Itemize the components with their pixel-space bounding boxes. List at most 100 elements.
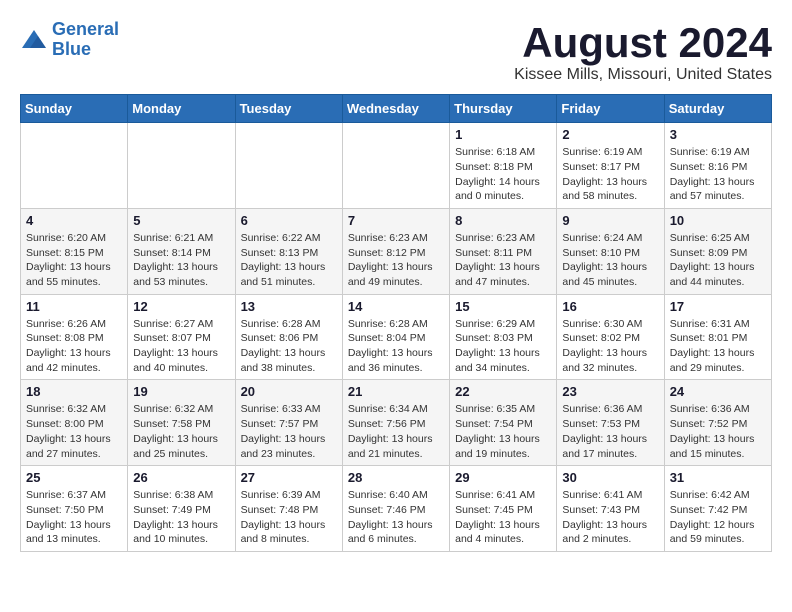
calendar-cell: 15 Sunrise: 6:29 AM Sunset: 8:03 PM Dayli… (450, 294, 557, 380)
day-number: 23 (562, 384, 658, 399)
day-number: 10 (670, 213, 766, 228)
day-info: Sunrise: 6:39 AM Sunset: 7:48 PM Dayligh… (241, 488, 337, 547)
day-info: Sunrise: 6:41 AM Sunset: 7:45 PM Dayligh… (455, 488, 551, 547)
day-number: 18 (26, 384, 122, 399)
calendar-cell: 10Sunrise: 6:25 AM Sunset: 8:09 PM Dayli… (664, 208, 771, 294)
day-number: 1 (455, 127, 551, 142)
calendar-cell: 9 Sunrise: 6:24 AM Sunset: 8:10 PM Daylig… (557, 208, 664, 294)
day-info: Sunrise: 6:24 AM Sunset: 8:10 PM Dayligh… (562, 231, 658, 290)
week-row-1: 1 Sunrise: 6:18 AM Sunset: 8:18 PM Daylig… (21, 123, 772, 209)
calendar-cell: 12 Sunrise: 6:27 AM Sunset: 8:07 PM Dayli… (128, 294, 235, 380)
day-number: 2 (562, 127, 658, 142)
calendar-cell: 27 Sunrise: 6:39 AM Sunset: 7:48 PM Dayli… (235, 466, 342, 552)
calendar-cell: 25 Sunrise: 6:37 AM Sunset: 7:50 PM Dayli… (21, 466, 128, 552)
day-info: Sunrise: 6:21 AM Sunset: 8:14 PM Dayligh… (133, 231, 229, 290)
day-info: Sunrise: 6:19 AM Sunset: 8:17 PM Dayligh… (562, 145, 658, 204)
day-info: Sunrise: 6:23 AM Sunset: 8:11 PM Dayligh… (455, 231, 551, 290)
day-info: Sunrise: 6:34 AM Sunset: 7:56 PM Dayligh… (348, 402, 444, 461)
day-number: 26 (133, 470, 229, 485)
calendar-cell: 11Sunrise: 6:26 AM Sunset: 8:08 PM Dayli… (21, 294, 128, 380)
day-number: 6 (241, 213, 337, 228)
day-number: 17 (670, 299, 766, 314)
calendar-cell: 30 Sunrise: 6:41 AM Sunset: 7:43 PM Dayli… (557, 466, 664, 552)
day-number: 24 (670, 384, 766, 399)
day-info: Sunrise: 6:40 AM Sunset: 7:46 PM Dayligh… (348, 488, 444, 547)
day-number: 12 (133, 299, 229, 314)
calendar-cell: 7Sunrise: 6:23 AM Sunset: 8:12 PM Daylig… (342, 208, 449, 294)
calendar-cell (342, 123, 449, 209)
logo: General Blue (20, 20, 119, 60)
calendar-cell: 20Sunrise: 6:33 AM Sunset: 7:57 PM Dayli… (235, 380, 342, 466)
day-number: 28 (348, 470, 444, 485)
calendar-cell (235, 123, 342, 209)
calendar-cell (128, 123, 235, 209)
calendar-cell: 16Sunrise: 6:30 AM Sunset: 8:02 PM Dayli… (557, 294, 664, 380)
day-info: Sunrise: 6:28 AM Sunset: 8:06 PM Dayligh… (241, 317, 337, 376)
day-info: Sunrise: 6:42 AM Sunset: 7:42 PM Dayligh… (670, 488, 766, 547)
day-number: 20 (241, 384, 337, 399)
week-row-3: 11Sunrise: 6:26 AM Sunset: 8:08 PM Dayli… (21, 294, 772, 380)
calendar-cell: 26Sunrise: 6:38 AM Sunset: 7:49 PM Dayli… (128, 466, 235, 552)
week-row-5: 25 Sunrise: 6:37 AM Sunset: 7:50 PM Dayli… (21, 466, 772, 552)
calendar-cell: 1 Sunrise: 6:18 AM Sunset: 8:18 PM Daylig… (450, 123, 557, 209)
day-number: 14 (348, 299, 444, 314)
day-number: 22 (455, 384, 551, 399)
day-number: 5 (133, 213, 229, 228)
day-info: Sunrise: 6:32 AM Sunset: 7:58 PM Dayligh… (133, 402, 229, 461)
day-info: Sunrise: 6:28 AM Sunset: 8:04 PM Dayligh… (348, 317, 444, 376)
calendar-cell: 13Sunrise: 6:28 AM Sunset: 8:06 PM Dayli… (235, 294, 342, 380)
calendar-cell: 14 Sunrise: 6:28 AM Sunset: 8:04 PM Dayli… (342, 294, 449, 380)
day-number: 29 (455, 470, 551, 485)
calendar-cell: 6 Sunrise: 6:22 AM Sunset: 8:13 PM Daylig… (235, 208, 342, 294)
day-number: 15 (455, 299, 551, 314)
calendar-cell: 8Sunrise: 6:23 AM Sunset: 8:11 PM Daylig… (450, 208, 557, 294)
day-info: Sunrise: 6:31 AM Sunset: 8:01 PM Dayligh… (670, 317, 766, 376)
day-info: Sunrise: 6:22 AM Sunset: 8:13 PM Dayligh… (241, 231, 337, 290)
calendar-cell: 22 Sunrise: 6:35 AM Sunset: 7:54 PM Dayli… (450, 380, 557, 466)
day-number: 3 (670, 127, 766, 142)
calendar-cell: 23 Sunrise: 6:36 AM Sunset: 7:53 PM Dayli… (557, 380, 664, 466)
main-title: August 2024 (514, 20, 772, 66)
day-info: Sunrise: 6:30 AM Sunset: 8:02 PM Dayligh… (562, 317, 658, 376)
day-number: 25 (26, 470, 122, 485)
day-info: Sunrise: 6:36 AM Sunset: 7:52 PM Dayligh… (670, 402, 766, 461)
logo-line1: General (52, 19, 119, 39)
subtitle: Kissee Mills, Missouri, United States (514, 66, 772, 84)
weekday-header-row: SundayMondayTuesdayWednesdayThursdayFrid… (21, 95, 772, 123)
weekday-header-wednesday: Wednesday (342, 95, 449, 123)
day-info: Sunrise: 6:26 AM Sunset: 8:08 PM Dayligh… (26, 317, 122, 376)
weekday-header-tuesday: Tuesday (235, 95, 342, 123)
day-info: Sunrise: 6:29 AM Sunset: 8:03 PM Dayligh… (455, 317, 551, 376)
day-info: Sunrise: 6:35 AM Sunset: 7:54 PM Dayligh… (455, 402, 551, 461)
day-info: Sunrise: 6:18 AM Sunset: 8:18 PM Dayligh… (455, 145, 551, 204)
logo-line2: Blue (52, 39, 91, 59)
day-info: Sunrise: 6:36 AM Sunset: 7:53 PM Dayligh… (562, 402, 658, 461)
calendar-cell: 31Sunrise: 6:42 AM Sunset: 7:42 PM Dayli… (664, 466, 771, 552)
day-number: 21 (348, 384, 444, 399)
week-row-2: 4 Sunrise: 6:20 AM Sunset: 8:15 PM Daylig… (21, 208, 772, 294)
calendar-cell: 24 Sunrise: 6:36 AM Sunset: 7:52 PM Dayli… (664, 380, 771, 466)
day-number: 4 (26, 213, 122, 228)
calendar-cell: 17 Sunrise: 6:31 AM Sunset: 8:01 PM Dayli… (664, 294, 771, 380)
weekday-header-saturday: Saturday (664, 95, 771, 123)
day-info: Sunrise: 6:37 AM Sunset: 7:50 PM Dayligh… (26, 488, 122, 547)
day-number: 30 (562, 470, 658, 485)
calendar-cell: 4 Sunrise: 6:20 AM Sunset: 8:15 PM Daylig… (21, 208, 128, 294)
weekday-header-monday: Monday (128, 95, 235, 123)
title-area: August 2024 Kissee Mills, Missouri, Unit… (514, 20, 772, 84)
calendar-cell: 29 Sunrise: 6:41 AM Sunset: 7:45 PM Dayli… (450, 466, 557, 552)
logo-text: General Blue (52, 20, 119, 60)
logo-icon (20, 26, 48, 54)
calendar-cell (21, 123, 128, 209)
day-number: 19 (133, 384, 229, 399)
weekday-header-sunday: Sunday (21, 95, 128, 123)
day-info: Sunrise: 6:20 AM Sunset: 8:15 PM Dayligh… (26, 231, 122, 290)
calendar-cell: 19 Sunrise: 6:32 AM Sunset: 7:58 PM Dayli… (128, 380, 235, 466)
day-info: Sunrise: 6:27 AM Sunset: 8:07 PM Dayligh… (133, 317, 229, 376)
day-info: Sunrise: 6:41 AM Sunset: 7:43 PM Dayligh… (562, 488, 658, 547)
day-number: 7 (348, 213, 444, 228)
calendar-cell: 2 Sunrise: 6:19 AM Sunset: 8:17 PM Daylig… (557, 123, 664, 209)
day-number: 9 (562, 213, 658, 228)
day-number: 27 (241, 470, 337, 485)
day-info: Sunrise: 6:19 AM Sunset: 8:16 PM Dayligh… (670, 145, 766, 204)
